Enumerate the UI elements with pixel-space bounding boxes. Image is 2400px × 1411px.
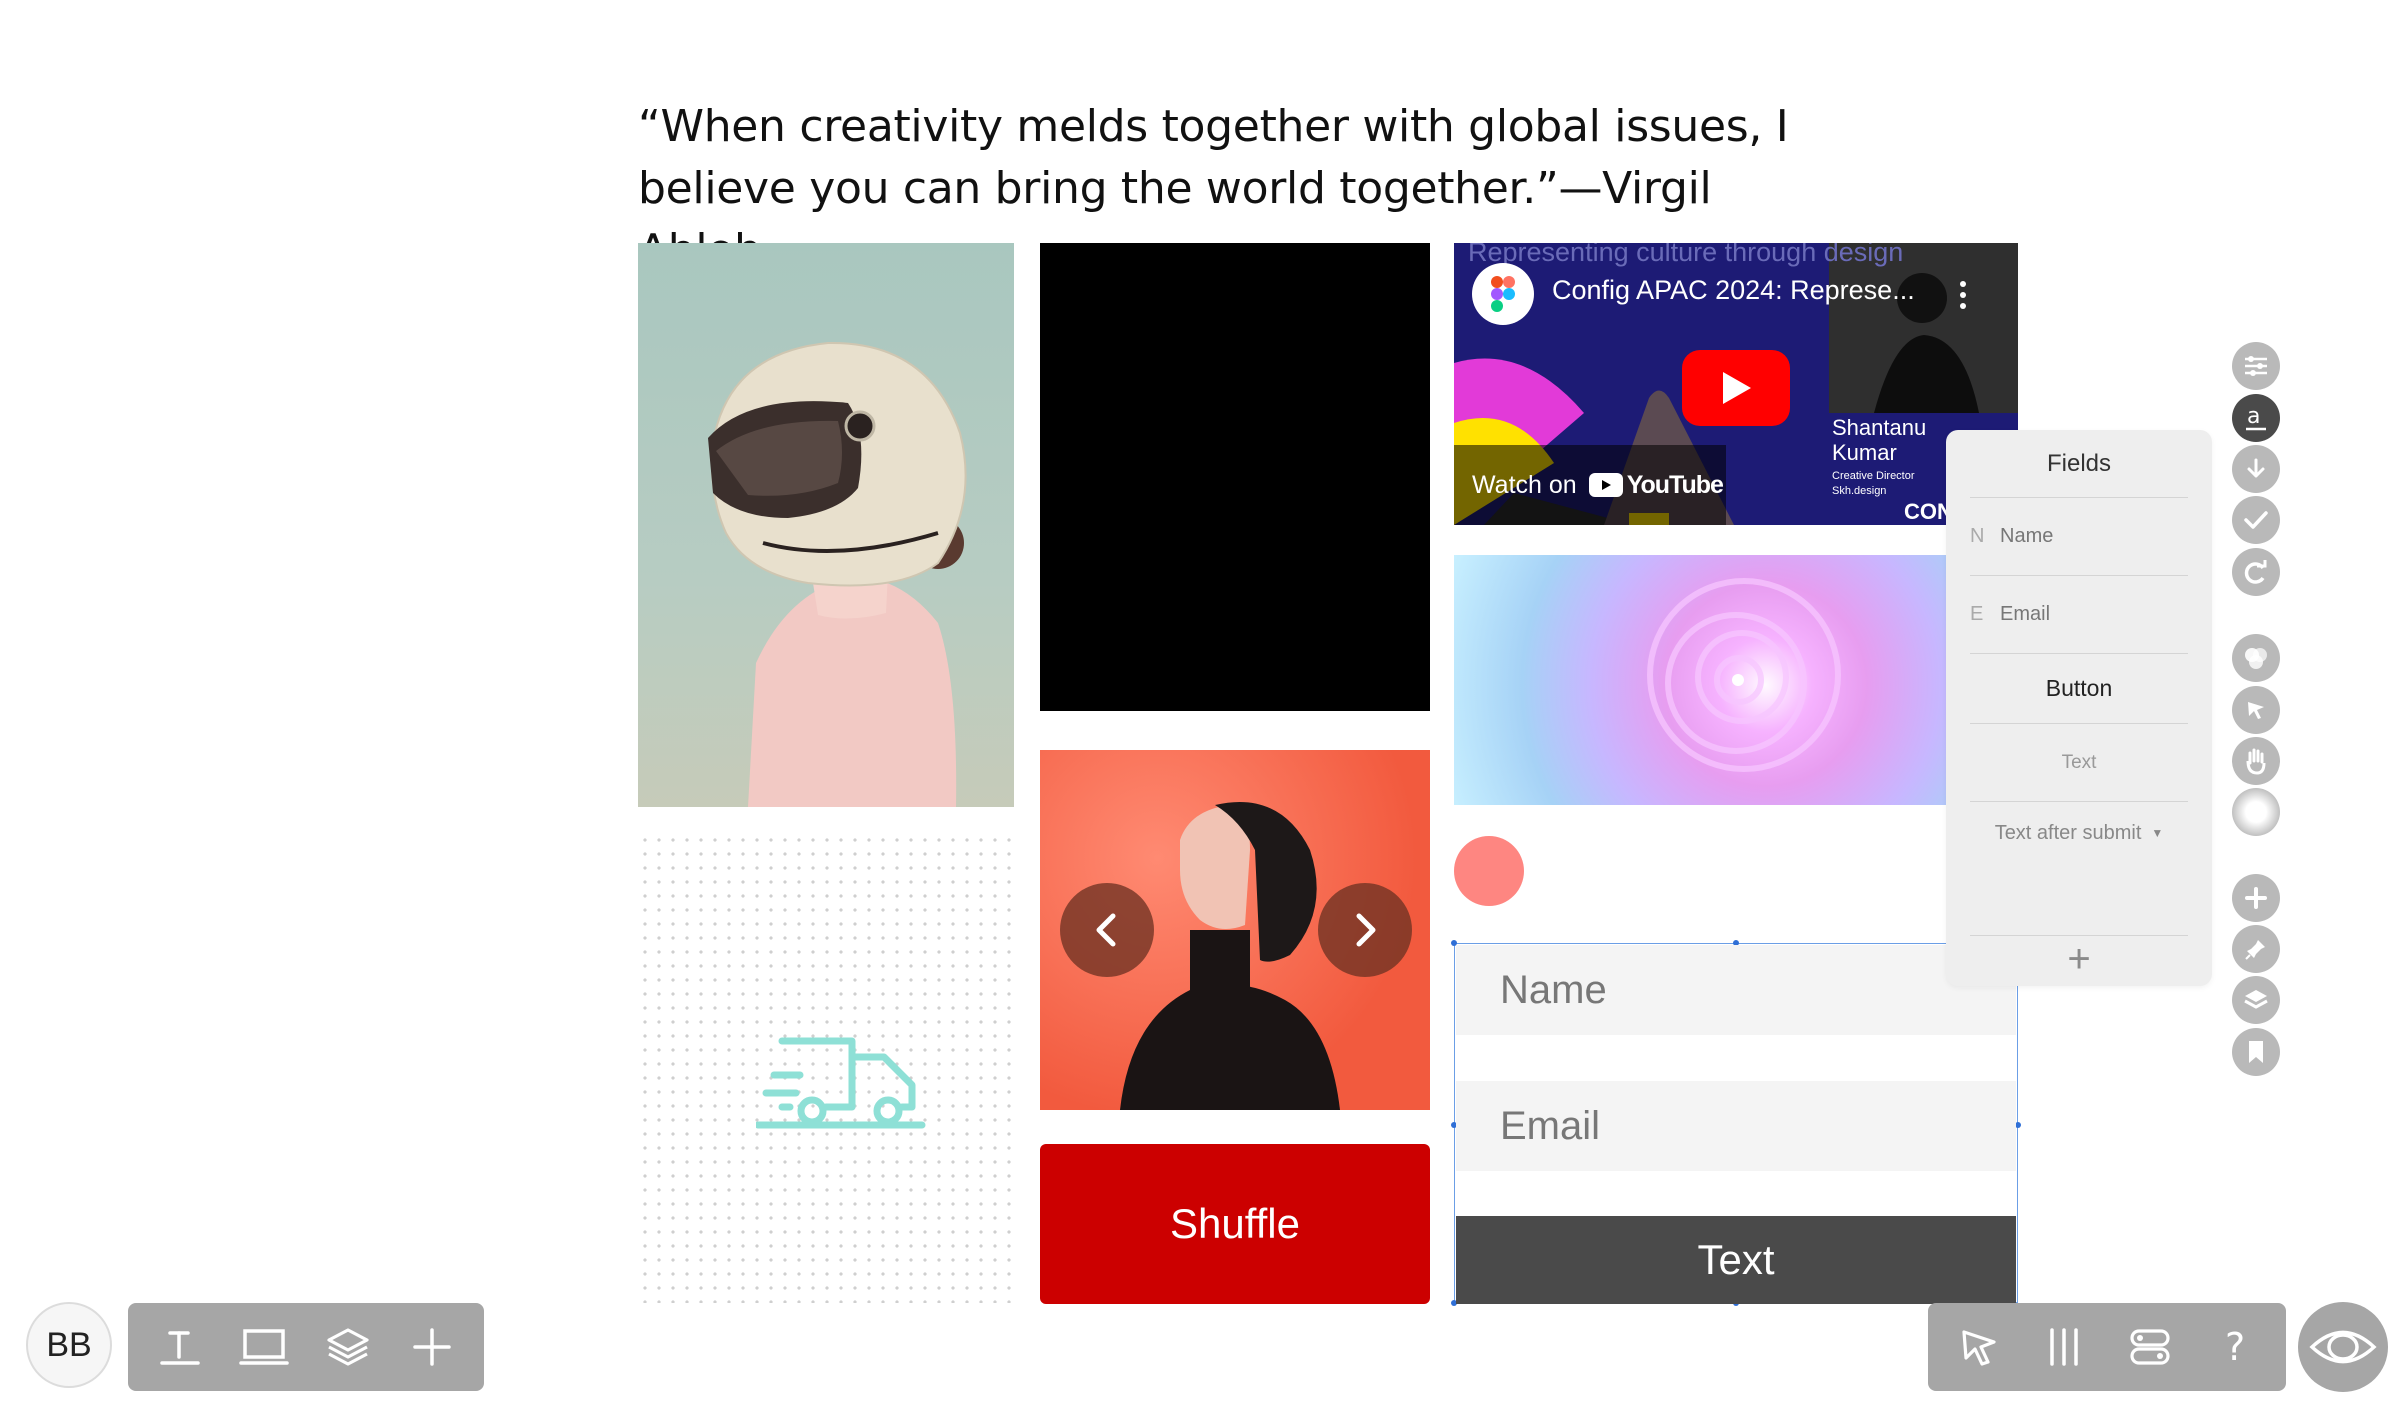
add-icon[interactable]: [402, 1317, 462, 1377]
youtube-wordmark: YouTube: [1626, 470, 1724, 499]
columns-icon[interactable]: [2034, 1317, 2094, 1377]
carousel-next-button[interactable]: [1318, 883, 1412, 977]
pointer-icon[interactable]: [1949, 1317, 2009, 1377]
speaker-company: Skh.design: [1832, 485, 1887, 497]
youtube-play-icon: [1588, 473, 1623, 497]
add-field-button[interactable]: +: [1970, 936, 2188, 982]
field-email-label: Email: [2000, 603, 2051, 625]
speaker-first-name: Shantanu: [1832, 415, 1927, 440]
layers-icon[interactable]: [318, 1317, 378, 1377]
field-item-name[interactable]: N Name: [1970, 498, 2188, 576]
name-input[interactable]: Name: [1456, 945, 2016, 1035]
helmet-woman-image: [638, 243, 1014, 807]
chevron-left-icon: [1096, 913, 1116, 947]
svg-text:?: ?: [2225, 1326, 2245, 1368]
user-avatar[interactable]: BB: [26, 1302, 112, 1388]
after-submit-label: Text after submit: [1994, 821, 2142, 844]
fields-panel-title: Fields: [1970, 430, 2188, 498]
speaker-name: Shantanu Kumar: [1832, 415, 1926, 465]
black-video-placeholder[interactable]: [1040, 243, 1430, 711]
svg-text:a: a: [2247, 404, 2260, 429]
play-icon: [1723, 372, 1751, 404]
after-submit-dropdown[interactable]: Text after submit ▼: [1970, 802, 2188, 864]
shuffle-button[interactable]: Shuffle: [1040, 1144, 1430, 1304]
pin-icon[interactable]: [2232, 925, 2280, 973]
layers-stack-icon[interactable]: [2232, 976, 2280, 1024]
speaker-title: Creative Director Skh.design: [1832, 469, 1915, 499]
field-item-email[interactable]: E Email: [1970, 576, 2188, 654]
video-title[interactable]: Config APAC 2024: Represe...: [1552, 275, 1915, 306]
coral-circle[interactable]: [1454, 836, 1524, 906]
youtube-logo: YouTube: [1588, 470, 1724, 500]
eye-icon: [2309, 1330, 2377, 1364]
portrait-carousel[interactable]: [1040, 750, 1430, 1110]
quote-line-1: “When creativity melds together with glo…: [638, 101, 1789, 152]
device-icon[interactable]: [234, 1317, 294, 1377]
carousel-prev-button[interactable]: [1060, 883, 1154, 977]
add-icon[interactable]: [2232, 874, 2280, 922]
chevron-right-icon: [1356, 913, 1376, 947]
panel-divider: [1970, 864, 2188, 936]
cursor-icon[interactable]: [2232, 686, 2280, 734]
pink-rose-gradient-image: [1454, 555, 1948, 805]
field-item-text[interactable]: Text: [1970, 724, 2188, 802]
right-toolbar: ?: [1928, 1303, 2286, 1391]
more-options-icon[interactable]: [1960, 281, 1966, 309]
hand-icon[interactable]: [2232, 737, 2280, 785]
email-input[interactable]: Email: [1456, 1081, 2016, 1171]
watch-on-youtube-button[interactable]: Watch on YouTube: [1454, 445, 1726, 525]
preview-eye-button[interactable]: [2298, 1302, 2388, 1392]
help-icon[interactable]: ?: [2205, 1317, 2265, 1377]
circles-icon[interactable]: [2232, 634, 2280, 682]
field-email-prefix: E: [1970, 603, 1984, 625]
bookmark-icon[interactable]: [2232, 1028, 2280, 1076]
truck-icon: [756, 1037, 926, 1129]
redo-icon[interactable]: [2232, 548, 2280, 596]
delivery-card: [638, 833, 1014, 1303]
youtube-embed[interactable]: Representing culture through design Conf…: [1454, 243, 2018, 525]
speaker-last-name: Kumar: [1832, 440, 1897, 465]
left-toolbar: [128, 1303, 484, 1391]
field-item-button[interactable]: Button: [1970, 654, 2188, 724]
rose-swirl-art: [1647, 578, 1841, 772]
form-submit-button[interactable]: Text: [1456, 1216, 2016, 1304]
fields-panel: Fields N Name E Email Button Text Text a…: [1946, 430, 2212, 986]
play-button[interactable]: [1682, 350, 1790, 426]
figma-logo-icon: [1472, 263, 1534, 325]
helmet-illustration: [708, 341, 967, 807]
check-icon[interactable]: [2232, 496, 2280, 544]
field-name-label: Name: [2000, 525, 2054, 547]
watch-on-label: Watch on: [1472, 470, 1577, 499]
blur-icon[interactable]: [2232, 788, 2280, 836]
text-a-icon[interactable]: a: [2232, 394, 2280, 442]
download-icon[interactable]: [2232, 445, 2280, 493]
caret-down-icon: ▼: [2151, 826, 2164, 840]
toggle-icon[interactable]: [2120, 1317, 2180, 1377]
sliders-icon[interactable]: [2232, 342, 2280, 390]
video-bg-text: Representing culture through design: [1468, 243, 1904, 267]
text-tool-icon[interactable]: [150, 1317, 210, 1377]
speaker-role: Creative Director: [1832, 470, 1915, 482]
field-name-prefix: N: [1970, 525, 1985, 547]
